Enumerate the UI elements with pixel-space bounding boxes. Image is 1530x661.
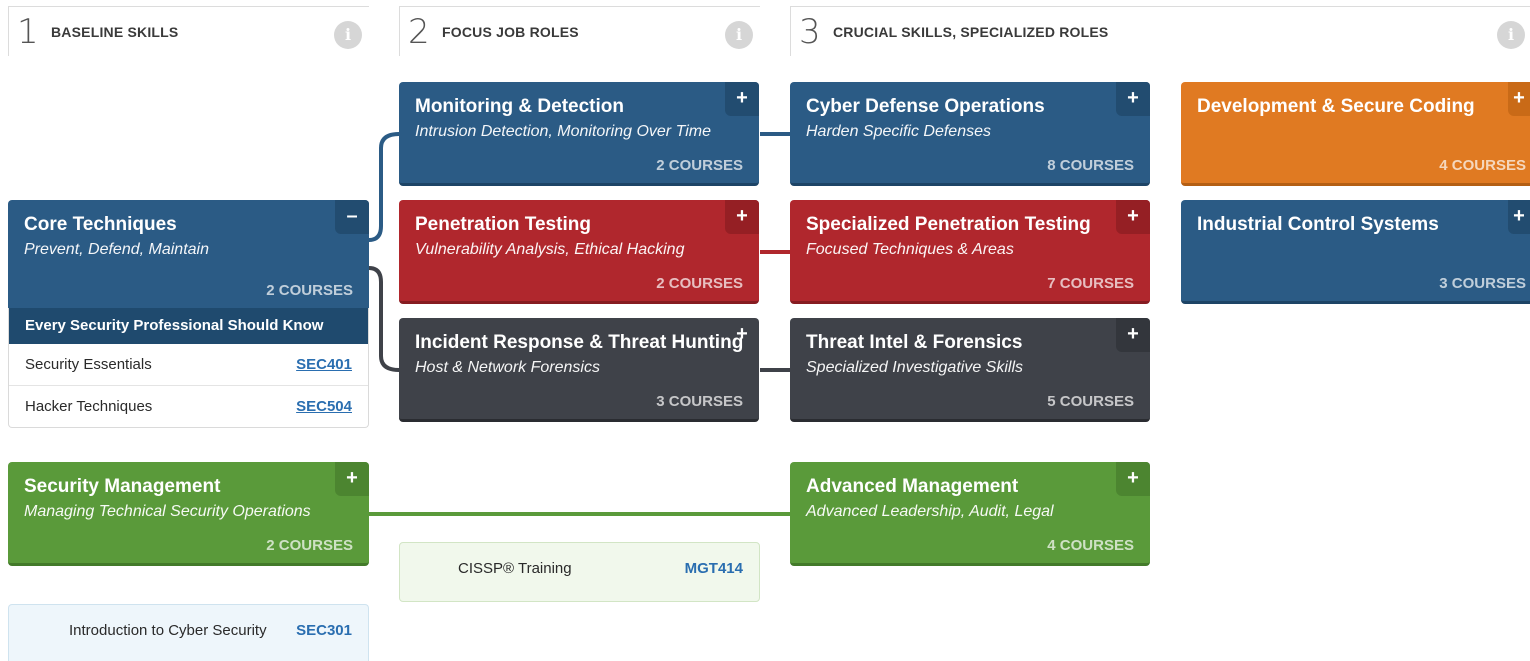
course-count: 3 COURSES (1439, 275, 1526, 292)
card-advanced-management[interactable]: Advanced Management Advanced Leadership,… (790, 462, 1150, 566)
card-development-secure-coding[interactable]: Development & Secure Coding 4 COURSES + (1181, 82, 1530, 186)
expand-icon[interactable]: + (725, 82, 759, 116)
expand-icon[interactable]: + (725, 200, 759, 234)
course-code-link[interactable]: SEC401 (296, 344, 352, 385)
card-subtitle: Harden Specific Defenses (806, 123, 991, 140)
course-count: 7 COURSES (1047, 275, 1134, 292)
course-count: 8 COURSES (1047, 157, 1134, 174)
card-specialized-penetration-testing[interactable]: Specialized Penetration Testing Focused … (790, 200, 1150, 304)
list-item[interactable]: Security Essentials SEC401 (9, 344, 368, 386)
card-monitoring-detection[interactable]: Monitoring & Detection Intrusion Detecti… (399, 82, 759, 186)
collapse-icon[interactable]: – (335, 200, 369, 234)
course-code-link[interactable]: SEC504 (296, 386, 352, 427)
course-card-intro[interactable]: Introduction to Cyber Security SEC301 (8, 604, 369, 661)
expand-icon[interactable]: + (1116, 82, 1150, 116)
course-count: 4 COURSES (1047, 537, 1134, 554)
card-security-management[interactable]: Security Management Managing Technical S… (8, 462, 369, 566)
card-title: Core Techniques (24, 214, 177, 235)
course-name: Security Essentials (25, 356, 152, 373)
card-subtitle: Intrusion Detection, Monitoring Over Tim… (415, 123, 711, 140)
card-subtitle: Prevent, Defend, Maintain (24, 241, 209, 258)
card-subtitle: Host & Network Forensics (415, 359, 600, 376)
course-name: CISSP® Training (458, 560, 572, 577)
course-count: 3 COURSES (656, 393, 743, 410)
card-penetration-testing[interactable]: Penetration Testing Vulnerability Analys… (399, 200, 759, 304)
card-title: Cyber Defense Operations (806, 96, 1045, 117)
card-subtitle: Managing Technical Security Operations (24, 503, 311, 520)
expand-icon[interactable]: + (1508, 82, 1530, 116)
card-industrial-control-systems[interactable]: Industrial Control Systems 3 COURSES + (1181, 200, 1530, 304)
course-name: Hacker Techniques (25, 398, 153, 415)
card-title: Specialized Penetration Testing (806, 214, 1091, 235)
card-incident-response[interactable]: Incident Response & Threat Hunting Host … (399, 318, 759, 422)
card-subtitle: Vulnerability Analysis, Ethical Hacking (415, 241, 685, 258)
course-count: 5 COURSES (1047, 393, 1134, 410)
course-count: 2 COURSES (266, 282, 353, 299)
core-techniques-course-list: Every Security Professional Should Know … (8, 308, 369, 428)
course-code-link[interactable]: SEC301 (296, 622, 352, 639)
course-count: 2 COURSES (656, 275, 743, 292)
expand-icon[interactable]: + (725, 318, 759, 352)
course-card-cissp[interactable]: CISSP® Training MGT414 (399, 542, 760, 602)
expand-icon[interactable]: + (1508, 200, 1530, 234)
expand-icon[interactable]: + (1116, 462, 1150, 496)
card-subtitle: Advanced Leadership, Audit, Legal (806, 503, 1054, 520)
course-count: 4 COURSES (1439, 157, 1526, 174)
expand-icon[interactable]: + (335, 462, 369, 496)
card-title: Industrial Control Systems (1197, 214, 1439, 235)
card-title: Threat Intel & Forensics (806, 332, 1023, 353)
card-core-techniques[interactable]: Core Techniques Prevent, Defend, Maintai… (8, 200, 369, 308)
card-threat-intel-forensics[interactable]: Threat Intel & Forensics Specialized Inv… (790, 318, 1150, 422)
expand-icon[interactable]: + (1116, 200, 1150, 234)
course-name: Introduction to Cyber Security (69, 622, 267, 639)
card-title: Penetration Testing (415, 214, 591, 235)
list-item[interactable]: Hacker Techniques SEC504 (9, 386, 368, 427)
card-subtitle: Focused Techniques & Areas (806, 241, 1014, 258)
card-title: Monitoring & Detection (415, 96, 624, 117)
card-title: Advanced Management (806, 476, 1019, 497)
course-list-header: Every Security Professional Should Know (9, 308, 368, 344)
expand-icon[interactable]: + (1116, 318, 1150, 352)
card-subtitle: Specialized Investigative Skills (806, 359, 1023, 376)
card-title: Incident Response & Threat Hunting (415, 332, 744, 353)
card-cyber-defense-operations[interactable]: Cyber Defense Operations Harden Specific… (790, 82, 1150, 186)
course-count: 2 COURSES (266, 537, 353, 554)
course-count: 2 COURSES (656, 157, 743, 174)
card-title: Development & Secure Coding (1197, 96, 1475, 117)
card-title: Security Management (24, 476, 221, 497)
course-code-link[interactable]: MGT414 (685, 560, 743, 577)
